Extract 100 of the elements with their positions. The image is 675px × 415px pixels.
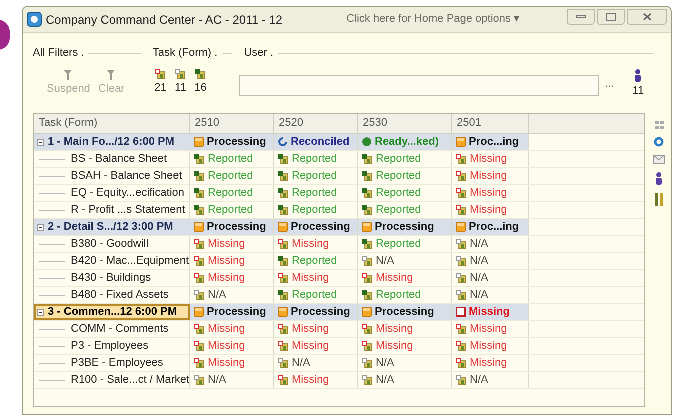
status-cell: N/A: [358, 253, 452, 269]
task-label: R - Profit ...s Statement: [71, 202, 186, 218]
status-cell: Reported: [274, 287, 358, 303]
form-status-icon: [194, 238, 205, 250]
form-status-icon: [456, 272, 467, 284]
close-button[interactable]: [627, 8, 667, 24]
form-status-icon: [194, 204, 205, 216]
form-count: 16: [194, 81, 207, 96]
status-cell: Missing: [274, 338, 358, 354]
form-status-icon: [194, 358, 205, 368]
status-cell: Missing: [452, 321, 529, 337]
form-status-icon: [278, 154, 289, 164]
user-count: 11: [632, 84, 644, 99]
status-cell: N/A: [452, 253, 529, 269]
task-label: P3BE - Employees: [71, 356, 164, 371]
task-label: P3 - Employees: [71, 338, 149, 354]
status-cell: Processing: [358, 304, 452, 320]
status-cell: Missing: [452, 338, 529, 354]
form-status-icon: [194, 154, 205, 164]
column-header[interactable]: 2510: [190, 114, 274, 133]
square-status-icon: [278, 307, 288, 317]
task-label: COMM - Comments: [71, 322, 169, 337]
form-status-icon: [194, 340, 205, 352]
form-status-icon: [456, 188, 467, 198]
collapse-toggle[interactable]: [37, 224, 44, 230]
task-label: B420 - Mac...Equipment: [71, 254, 190, 269]
form-status-icon: [194, 188, 205, 198]
form-status-icon[interactable]: [175, 69, 186, 80]
filter-icon: [64, 69, 74, 81]
form-status-icon: [278, 324, 289, 334]
form-status-icon: [362, 324, 373, 334]
user-field[interactable]: [238, 75, 599, 96]
form-status-icon: [362, 238, 373, 250]
form-status-icon: [278, 204, 289, 216]
columns-icon[interactable]: [654, 193, 664, 206]
collapse-toggle[interactable]: [37, 138, 44, 146]
form-status-icon: [278, 170, 289, 182]
form-status-icon: [456, 238, 467, 250]
status-cell: Proc...ing: [452, 219, 529, 235]
form-status-icon: [278, 238, 289, 250]
status-cell: Reported: [358, 236, 452, 252]
form-status-icon: [194, 272, 205, 284]
dot-icon: [362, 137, 372, 147]
status-cell: N/A: [452, 287, 529, 303]
status-cell: N/A: [452, 372, 529, 388]
status-cell: Processing: [274, 304, 358, 320]
status-cell: Reported: [274, 151, 358, 167]
status-cell: Reported: [358, 168, 452, 184]
refresh-icon[interactable]: [654, 137, 664, 147]
column-header[interactable]: Task (Form): [34, 114, 190, 133]
column-header[interactable]: 2520: [274, 114, 358, 133]
minimize-button[interactable]: [567, 8, 595, 24]
status-cell: Missing: [190, 253, 274, 269]
home-page-options-link[interactable]: Click here for Home Page options ▾: [346, 11, 520, 28]
status-cell: Reported: [274, 253, 358, 269]
form-status-icon: [362, 170, 373, 182]
task-label: R100 - Sale...ct / Market: [71, 372, 190, 388]
form-status-icon: [456, 204, 467, 216]
status-cell: Missing: [190, 321, 274, 337]
status-cell: Missing: [452, 304, 529, 320]
form-status-icon: [278, 290, 289, 300]
form-status-icon: [362, 272, 373, 284]
collapse-toggle[interactable]: [37, 308, 44, 316]
status-cell: Missing: [274, 372, 358, 388]
task-label: BSAH - Balance Sheet: [71, 168, 182, 184]
user-icon[interactable]: [634, 69, 642, 83]
form-status-icon: [194, 324, 205, 334]
status-cell: Missing: [358, 338, 452, 354]
status-cell: Proc...ing: [452, 134, 529, 150]
status-cell: Missing: [274, 236, 358, 252]
status-cell: Missing: [452, 168, 529, 184]
column-header[interactable]: 2530: [358, 114, 452, 133]
browse-button[interactable]: …: [604, 77, 615, 92]
status-cell: N/A: [358, 372, 452, 388]
status-cell: Missing: [190, 338, 274, 354]
maximize-button[interactable]: [597, 8, 625, 24]
column-header[interactable]: 2501: [452, 114, 529, 133]
form-status-icon[interactable]: [155, 69, 166, 80]
status-cell: Reconciled: [274, 134, 358, 150]
status-cell: Reported: [274, 202, 358, 218]
form-status-icon: [278, 256, 289, 266]
status-cell: Missing: [190, 270, 274, 286]
form-status-icon: [194, 256, 205, 266]
task-label: EQ - Equity...ecification: [71, 186, 185, 201]
status-cell: Reported: [358, 202, 452, 218]
form-status-icon: [456, 340, 467, 352]
form-status-icon: [456, 324, 467, 334]
form-status-icon: [362, 340, 373, 352]
user-icon[interactable]: [655, 172, 663, 185]
mail-icon[interactable]: [653, 155, 665, 164]
form-status-icon: [278, 188, 289, 198]
form-status-icon: [456, 358, 467, 368]
form-status-icon[interactable]: [195, 69, 206, 80]
status-cell: N/A: [452, 270, 529, 286]
status-cell: Missing: [452, 355, 529, 371]
status-cell: Reported: [190, 202, 274, 218]
form-status-icon: [362, 204, 373, 216]
filter-icon: [106, 69, 117, 81]
status-cell: Reported: [274, 185, 358, 201]
square-status-icon: [194, 137, 204, 147]
